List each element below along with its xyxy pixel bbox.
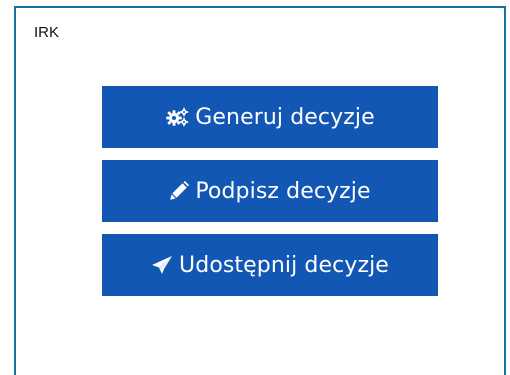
- decision-panel: IRK Generuj decyzje Podpisz decyzje Udos…: [14, 6, 506, 375]
- share-decisions-button[interactable]: Udostępnij decyzje: [102, 234, 438, 296]
- paper-plane-icon: [151, 255, 173, 275]
- panel-title: IRK: [34, 24, 60, 41]
- generate-decisions-button[interactable]: Generuj decyzje: [102, 86, 438, 148]
- sign-decisions-label: Podpisz decyzje: [195, 178, 371, 204]
- share-decisions-label: Udostępnij decyzje: [179, 252, 389, 278]
- gears-icon: [165, 107, 189, 127]
- generate-decisions-label: Generuj decyzje: [195, 104, 375, 130]
- sign-decisions-button[interactable]: Podpisz decyzje: [102, 160, 438, 222]
- pencil-icon: [169, 181, 190, 201]
